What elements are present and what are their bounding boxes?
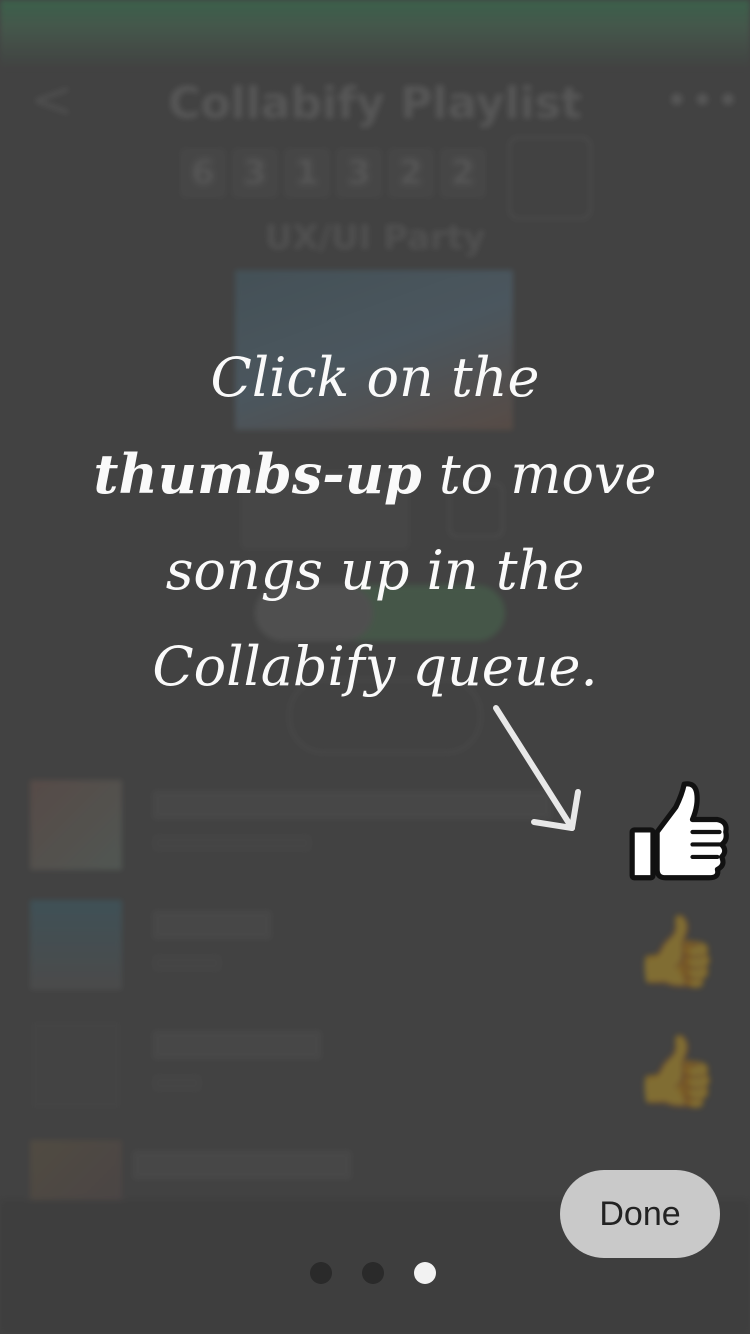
instruction-line-2: thumbs-up to move [60,426,690,523]
page-indicator [310,1262,436,1284]
pointer-arrow-icon [493,705,581,831]
done-button[interactable]: Done [560,1170,720,1258]
tutorial-instruction: Click on the thumbs-up to move songs up … [60,330,690,715]
page-dot[interactable] [362,1262,384,1284]
instruction-line-1: Click on the [210,346,540,409]
instruction-line-2-rest: to move [421,443,657,506]
app-screen: < Collabify Playlist ••• 6 3 1 3 2 2 UX/… [0,0,750,1334]
thumbs-up-icon[interactable] [628,780,732,884]
instruction-line-3: songs up in the [165,539,585,602]
page-dot[interactable] [310,1262,332,1284]
page-dot-active[interactable] [414,1262,436,1284]
instruction-emphasis: thumbs-up [93,442,422,506]
